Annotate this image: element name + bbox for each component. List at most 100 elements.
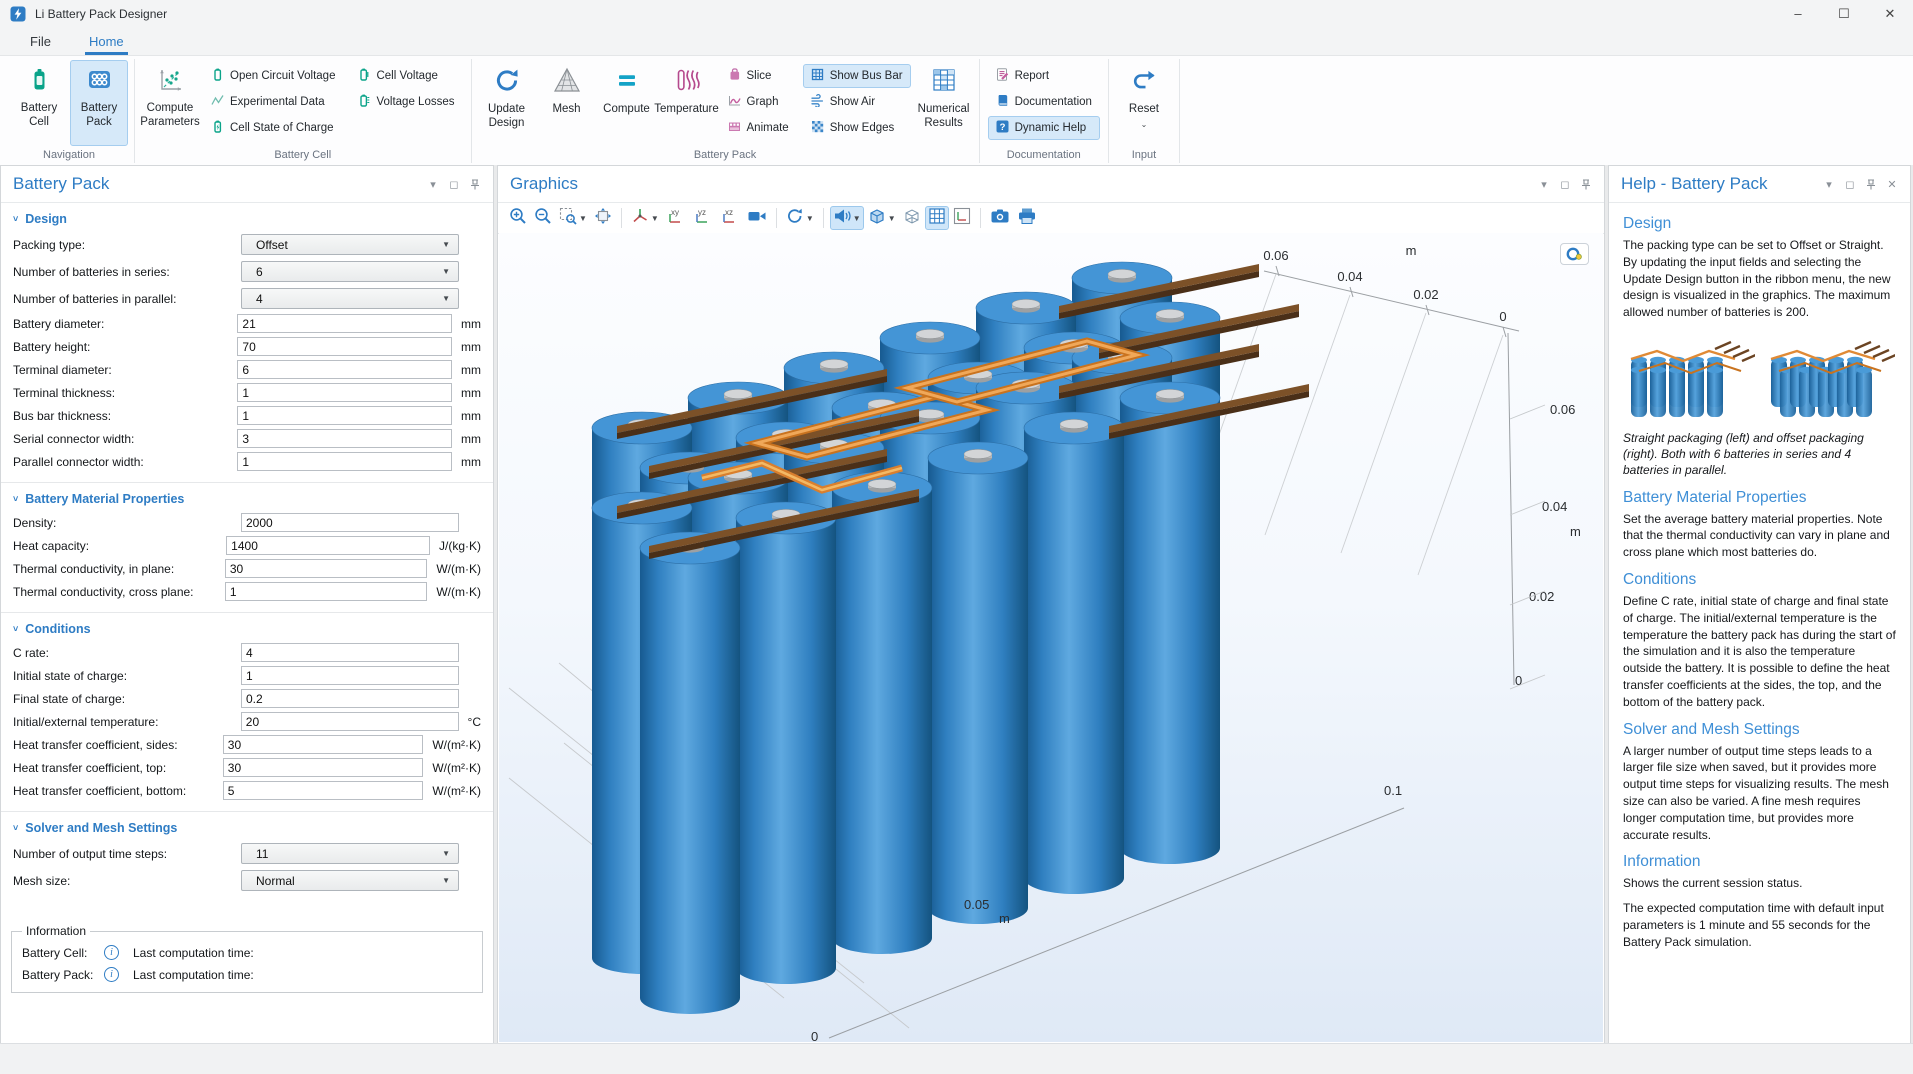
- battery-cell-button[interactable]: Battery Cell: [10, 60, 68, 146]
- c-rate-input[interactable]: [241, 643, 459, 662]
- screenshot-button[interactable]: [987, 206, 1013, 230]
- help-heading-conditions[interactable]: Conditions: [1623, 571, 1896, 589]
- section-header-design[interactable]: ˅Design: [1, 203, 493, 231]
- number-of-batteries-in-series-select[interactable]: 6▼: [241, 261, 459, 282]
- scene-light-button[interactable]: ▼: [830, 206, 864, 230]
- battery-pack-button[interactable]: Battery Pack: [70, 60, 128, 146]
- graph-button[interactable]: Graph: [720, 90, 797, 114]
- zoom-in-button[interactable]: [506, 206, 530, 230]
- axis-tick-label: 0.06: [1263, 248, 1288, 263]
- maximize-button[interactable]: ☐: [1821, 0, 1867, 27]
- battery-diameter-input[interactable]: [237, 314, 452, 333]
- panel-pin-icon[interactable]: [1580, 178, 1592, 190]
- packing-type-select[interactable]: Offset▼: [241, 234, 459, 255]
- axes-box-button[interactable]: [950, 206, 974, 230]
- section-header-solver-and-mesh-settings[interactable]: ˅Solver and Mesh Settings: [1, 812, 493, 840]
- graphics-3d-scene[interactable]: 0.060.040.020m0.060.040.020m0.10.050m: [499, 233, 1603, 1042]
- panel-menu-icon[interactable]: ▾: [427, 178, 439, 190]
- show-bus-bar-button[interactable]: Show Bus Bar: [803, 64, 911, 88]
- help-heading-solver-and-mesh-settings[interactable]: Solver and Mesh Settings: [1623, 721, 1896, 739]
- numerical-results-button[interactable]: Numerical Results: [915, 60, 973, 146]
- terminal-thickness-input[interactable]: [237, 383, 452, 402]
- cell-voltage-button[interactable]: Cell Voltage: [349, 64, 462, 88]
- help-heading-battery-material-properties[interactable]: Battery Material Properties: [1623, 489, 1896, 507]
- panel-pin-icon[interactable]: [1865, 178, 1877, 190]
- heat-capacity-input[interactable]: [226, 536, 430, 555]
- documentation-button[interactable]: Documentation: [988, 90, 1100, 114]
- grid-button[interactable]: [925, 206, 949, 230]
- chevron-down-icon[interactable]: ▼: [888, 214, 896, 223]
- chevron-down-icon[interactable]: ▼: [579, 214, 587, 223]
- zoom-out-button[interactable]: [531, 206, 555, 230]
- parallel-connector-width-input[interactable]: [237, 452, 452, 471]
- transparent-box-button[interactable]: [900, 206, 924, 230]
- view-xz-button[interactable]: xz: [717, 206, 743, 230]
- panel-close-icon[interactable]: ✕: [1886, 178, 1898, 190]
- compute-parameters-button[interactable]: Compute Parameters: [141, 60, 199, 146]
- mesh-size-select[interactable]: Normal▼: [241, 870, 459, 891]
- dynamic-help-button[interactable]: ?Dynamic Help: [988, 116, 1100, 140]
- panel-float-icon[interactable]: ◻: [1559, 178, 1571, 190]
- panel-float-icon[interactable]: ◻: [448, 178, 460, 190]
- reset-button[interactable]: Reset⌄: [1115, 60, 1173, 146]
- show-air-icon: [811, 94, 824, 110]
- rotate-button[interactable]: ▼: [783, 206, 817, 230]
- section-header-conditions[interactable]: ˅Conditions: [1, 613, 493, 641]
- chevron-down-icon[interactable]: ▼: [651, 214, 659, 223]
- initial-external-temperature-input[interactable]: [241, 712, 459, 731]
- mesh-button[interactable]: Mesh: [538, 60, 596, 146]
- view-yz-button[interactable]: yz: [690, 206, 716, 230]
- chevron-down-icon[interactable]: ▼: [853, 214, 861, 223]
- open-circuit-voltage-button[interactable]: Open Circuit Voltage: [203, 64, 343, 88]
- battery-height-input[interactable]: [237, 337, 452, 356]
- print-button[interactable]: [1014, 206, 1040, 230]
- info-icon[interactable]: i: [104, 967, 119, 982]
- number-of-output-time-steps-select[interactable]: 11▼: [241, 843, 459, 864]
- panel-float-icon[interactable]: ◻: [1844, 178, 1856, 190]
- close-button[interactable]: ✕: [1867, 0, 1913, 27]
- final-state-of-charge-input[interactable]: [241, 689, 459, 708]
- heat-transfer-coefficient-sides-input[interactable]: [223, 735, 424, 754]
- thermal-conductivity-cross-plane-input[interactable]: [225, 582, 428, 601]
- voltage-losses-button[interactable]: Voltage Losses: [349, 90, 462, 114]
- show-edges-button[interactable]: Show Edges: [803, 116, 911, 140]
- help-heading-information[interactable]: Information: [1623, 853, 1896, 871]
- bus-bar-thickness-input[interactable]: [237, 406, 452, 425]
- update-design-button[interactable]: Update Design: [478, 60, 536, 146]
- section-header-battery-material-properties[interactable]: ˅Battery Material Properties: [1, 483, 493, 511]
- axis-orientation-button[interactable]: ▼: [628, 206, 662, 230]
- report-button[interactable]: Report: [988, 64, 1100, 88]
- slice-button[interactable]: Slice: [720, 64, 797, 88]
- menu-home[interactable]: Home: [83, 30, 130, 55]
- help-heading-design[interactable]: Design: [1623, 215, 1896, 233]
- show-air-button[interactable]: Show Air: [803, 90, 911, 114]
- serial-connector-width-input[interactable]: [237, 429, 452, 448]
- panel-menu-icon[interactable]: ▾: [1823, 178, 1835, 190]
- chevron-down-icon[interactable]: ▼: [806, 214, 814, 223]
- heat-transfer-coefficient-top-input[interactable]: [223, 758, 424, 777]
- graphics-3d-viewport[interactable]: 0.060.040.020m0.060.040.020m0.10.050m: [499, 233, 1603, 1042]
- density-input[interactable]: [241, 513, 459, 532]
- zoom-extents-button[interactable]: [591, 206, 615, 230]
- view-xy-button[interactable]: xy: [663, 206, 689, 230]
- terminal-diameter-input[interactable]: [237, 360, 452, 379]
- minimize-button[interactable]: –: [1775, 0, 1821, 27]
- comsol-logo-button[interactable]: [1560, 243, 1589, 265]
- environment-button[interactable]: ▼: [865, 206, 899, 230]
- zoom-box-button[interactable]: ▼: [556, 206, 590, 230]
- info-icon[interactable]: i: [104, 945, 119, 960]
- heat-transfer-coefficient-bottom-input[interactable]: [223, 781, 424, 800]
- menu-file[interactable]: File: [24, 30, 57, 55]
- cell-state-of-charge-button[interactable]: Cell State of Charge: [203, 116, 343, 140]
- animate-button[interactable]: Animate: [720, 116, 797, 140]
- scene-camera-button[interactable]: [744, 206, 770, 230]
- temperature-button[interactable]: Temperature: [658, 60, 716, 146]
- experimental-data-button[interactable]: Experimental Data: [203, 90, 343, 114]
- panel-menu-icon[interactable]: ▾: [1538, 178, 1550, 190]
- panel-pin-icon[interactable]: [469, 178, 481, 190]
- chevron-down-icon[interactable]: ⌄: [1141, 120, 1148, 129]
- thermal-conductivity-in-plane-input[interactable]: [225, 559, 428, 578]
- number-of-batteries-in-parallel-select[interactable]: 4▼: [241, 288, 459, 309]
- initial-state-of-charge-input[interactable]: [241, 666, 459, 685]
- compute-button[interactable]: Compute: [598, 60, 656, 146]
